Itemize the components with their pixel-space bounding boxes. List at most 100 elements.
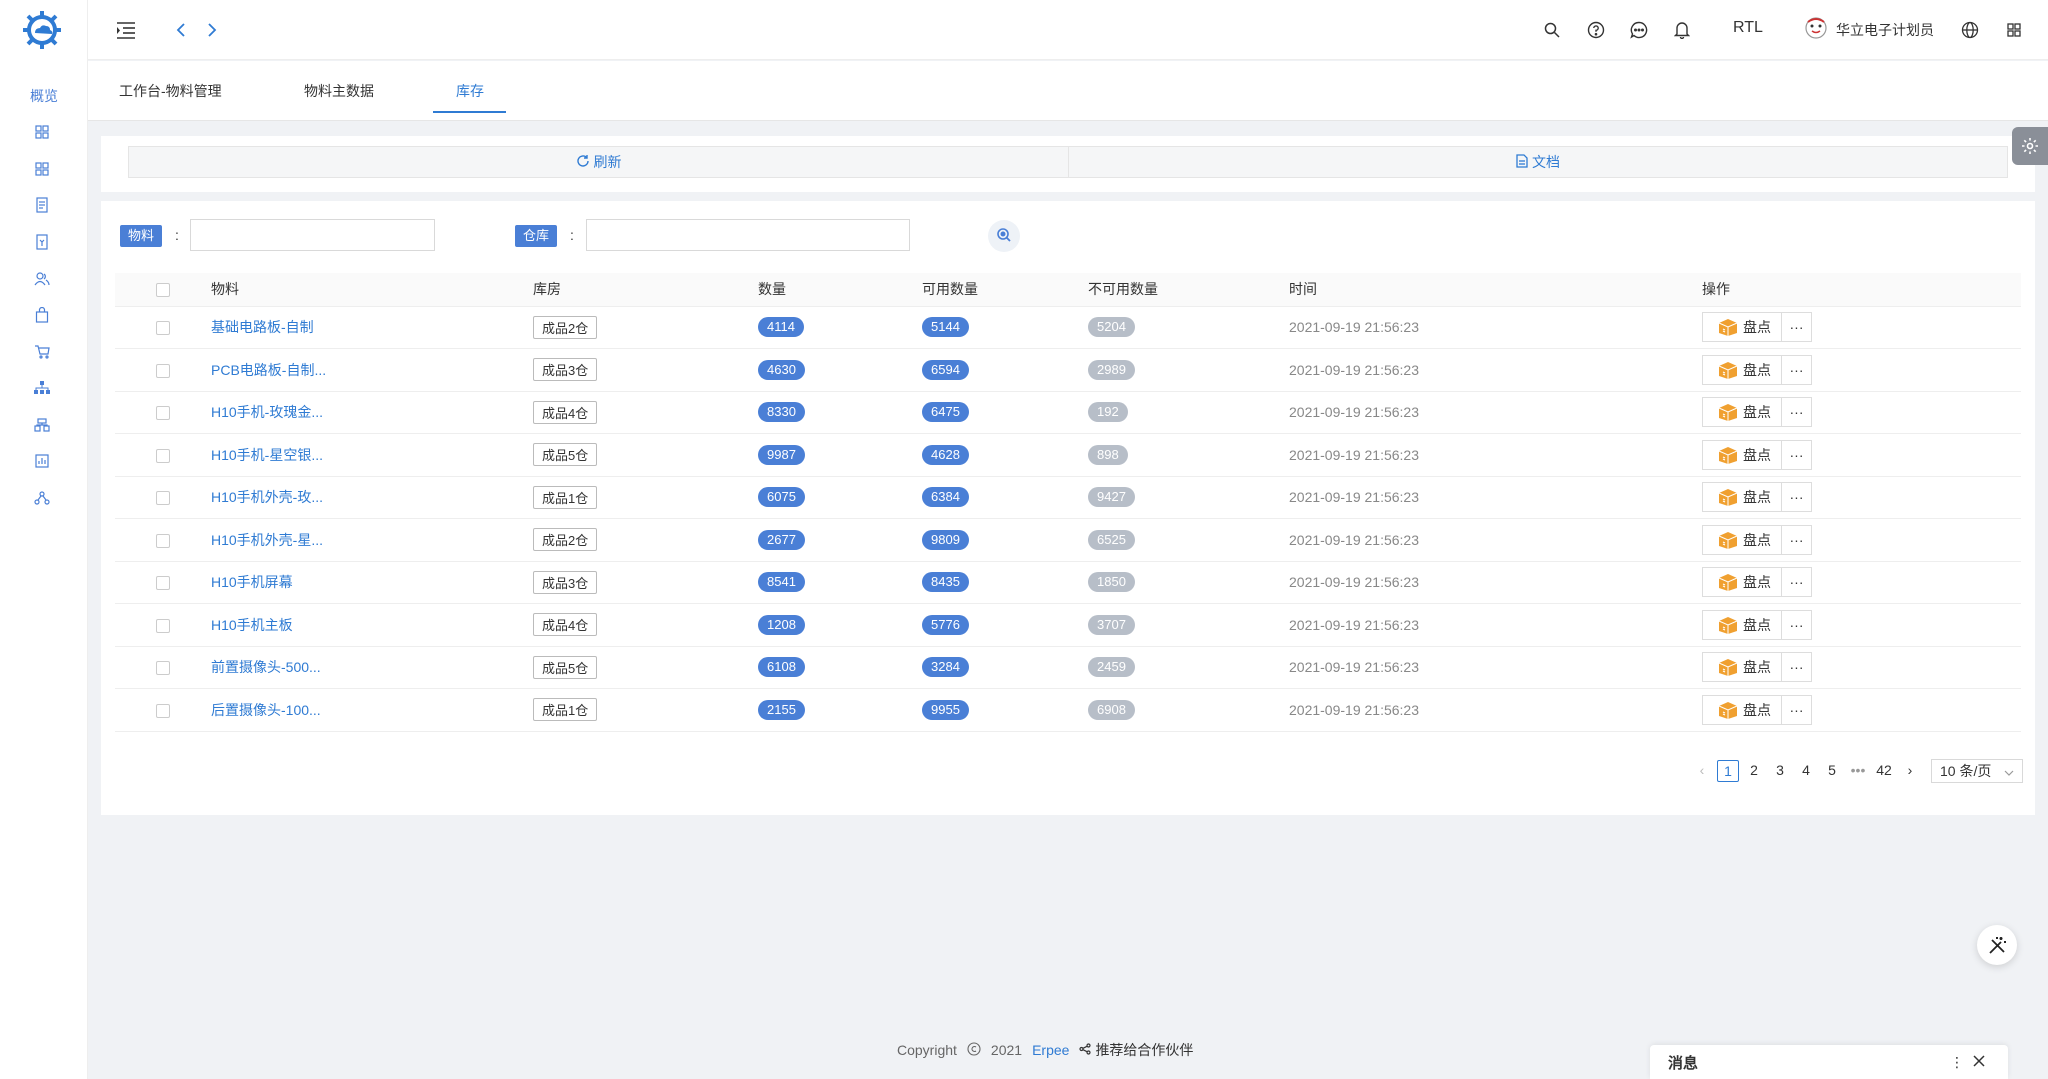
settings-gear-icon[interactable] <box>2012 127 2048 165</box>
stocktake-button[interactable]: 盘点 <box>1702 567 1782 598</box>
tab-inventory[interactable]: 库存 <box>456 81 484 101</box>
column-header-available[interactable]: 可用数量 <box>922 273 1088 307</box>
stocktake-button[interactable]: 盘点 <box>1702 694 1782 725</box>
material-link[interactable]: H10手机外壳-星... <box>211 532 323 548</box>
page-2[interactable]: 2 <box>1743 760 1765 782</box>
row-checkbox[interactable] <box>156 448 170 463</box>
page-size-select[interactable]: 10 条/页 <box>1931 759 2023 783</box>
close-icon[interactable] <box>1968 1054 1990 1070</box>
row-checkbox[interactable] <box>156 661 170 676</box>
message-panel[interactable]: 消息 ⋮ <box>1650 1045 2008 1079</box>
report-icon[interactable] <box>32 451 52 471</box>
stocktake-button[interactable]: 盘点 <box>1702 652 1782 683</box>
stocktake-button[interactable]: 盘点 <box>1702 439 1782 470</box>
more-actions-button[interactable]: ··· <box>1782 482 1812 513</box>
tab-material-master[interactable]: 物料主数据 <box>304 81 374 101</box>
stocktake-button[interactable]: 盘点 <box>1702 397 1782 428</box>
material-link[interactable]: 后置摄像头-100... <box>211 702 321 718</box>
invoice-icon[interactable] <box>32 232 52 252</box>
row-checkbox[interactable] <box>156 491 170 506</box>
network-icon[interactable] <box>32 488 52 508</box>
help-icon[interactable] <box>1582 16 1610 44</box>
table-row[interactable]: H10手机屏幕 成品3仓 8541 8435 1850 2021-09-19 21:56:… <box>115 561 2021 604</box>
stocktake-button[interactable]: 盘点 <box>1702 609 1782 640</box>
brand-link[interactable]: Erpee <box>1032 1042 1069 1058</box>
more-actions-button[interactable]: ··· <box>1782 694 1812 725</box>
more-actions-button[interactable]: ··· <box>1782 609 1812 640</box>
table-row[interactable]: H10手机-星空银... 成品5仓 9987 4628 898 2021-09-19 21… <box>115 433 2021 477</box>
column-header-warehouse[interactable]: 库房 <box>533 273 758 307</box>
row-checkbox[interactable] <box>156 576 170 591</box>
more-actions-button[interactable]: ··· <box>1782 312 1812 343</box>
app-logo-icon[interactable] <box>20 8 64 52</box>
menu-collapse-icon[interactable] <box>112 16 140 44</box>
row-checkbox[interactable] <box>156 533 170 548</box>
search-button[interactable] <box>988 220 1020 252</box>
table-row[interactable]: 后置摄像头-100... 成品1仓 2155 9955 6908 2021-09-19 2… <box>115 688 2021 732</box>
more-vertical-icon[interactable]: ⋮ <box>1946 1054 1968 1071</box>
table-row[interactable]: H10手机-玫瑰金... 成品4仓 8330 6475 192 2021-09-19 21… <box>115 391 2021 434</box>
share-link[interactable]: 推荐给合作伙伴 <box>1079 1040 1193 1060</box>
tab-workbench[interactable]: 工作台-物料管理 <box>119 81 222 101</box>
material-filter-input[interactable] <box>190 219 435 251</box>
column-header-material[interactable]: 物料 <box>211 273 533 307</box>
page-last[interactable]: 42 <box>1873 760 1895 782</box>
apps-icon[interactable] <box>2000 16 2028 44</box>
grid-icon[interactable] <box>32 159 52 179</box>
row-checkbox[interactable] <box>156 363 170 378</box>
table-row[interactable]: 前置摄像头-500... 成品5仓 6108 3284 2459 2021-09-19 2… <box>115 646 2021 689</box>
row-checkbox[interactable] <box>156 406 170 421</box>
more-actions-button[interactable]: ··· <box>1782 397 1812 428</box>
select-all-checkbox[interactable] <box>156 283 170 298</box>
material-link[interactable]: 前置摄像头-500... <box>211 659 321 675</box>
bell-icon[interactable] <box>1668 16 1696 44</box>
material-link[interactable]: H10手机屏幕 <box>211 574 293 590</box>
cart-icon[interactable] <box>32 342 52 362</box>
more-actions-button[interactable]: ··· <box>1782 354 1812 385</box>
row-checkbox[interactable] <box>156 618 170 633</box>
user-menu[interactable]: 华立电子计划员 <box>1804 16 1934 43</box>
table-row[interactable]: PCB电路板-自制... 成品3仓 4630 6594 2989 2021-09-19 2… <box>115 348 2021 392</box>
material-link[interactable]: 基础电路板-自制 <box>211 319 314 335</box>
forward-arrow-icon[interactable] <box>198 16 226 44</box>
search-icon[interactable] <box>1538 16 1566 44</box>
stocktake-button[interactable]: 盘点 <box>1702 312 1782 343</box>
column-header-unavailable[interactable]: 不可用数量 <box>1088 273 1289 307</box>
back-arrow-icon[interactable] <box>167 16 195 44</box>
stocktake-button[interactable]: 盘点 <box>1702 482 1782 513</box>
warehouse-filter-input[interactable] <box>586 219 910 251</box>
table-row[interactable]: H10手机主板 成品4仓 1208 5776 3707 2021-09-19 21:56:… <box>115 603 2021 647</box>
more-actions-button[interactable]: ··· <box>1782 652 1812 683</box>
rtl-toggle[interactable]: RTL <box>1733 19 1763 37</box>
column-header-quantity[interactable]: 数量 <box>758 273 922 307</box>
grid-icon[interactable] <box>32 122 52 142</box>
page-5[interactable]: 5 <box>1821 760 1843 782</box>
table-row[interactable]: H10手机外壳-玫... 成品1仓 6075 6384 9427 2021-09-19 2… <box>115 476 2021 519</box>
material-link[interactable]: PCB电路板-自制... <box>211 362 326 378</box>
page-4[interactable]: 4 <box>1795 760 1817 782</box>
more-actions-button[interactable]: ··· <box>1782 524 1812 555</box>
more-actions-button[interactable]: ··· <box>1782 439 1812 470</box>
warehouse-icon[interactable] <box>32 415 52 435</box>
material-link[interactable]: H10手机-玫瑰金... <box>211 404 323 420</box>
material-link[interactable]: H10手机外壳-玫... <box>211 489 323 505</box>
stocktake-button[interactable]: 盘点 <box>1702 354 1782 385</box>
row-checkbox[interactable] <box>156 321 170 336</box>
prev-page-icon[interactable]: ‹ <box>1691 760 1713 782</box>
table-row[interactable]: 基础电路板-自制 成品2仓 4114 5144 5204 2021-09-19 21:56… <box>115 306 2021 349</box>
page-ellipsis[interactable]: ••• <box>1847 760 1869 782</box>
more-actions-button[interactable]: ··· <box>1782 567 1812 598</box>
magic-wand-icon[interactable] <box>1977 925 2017 965</box>
material-link[interactable]: H10手机-星空银... <box>211 447 323 463</box>
document-icon[interactable] <box>32 195 52 215</box>
page-1[interactable]: 1 <box>1717 760 1739 782</box>
globe-icon[interactable] <box>1956 16 1984 44</box>
refresh-button[interactable]: 刷新 <box>128 146 1069 178</box>
page-3[interactable]: 3 <box>1769 760 1791 782</box>
material-link[interactable]: H10手机主板 <box>211 617 293 633</box>
column-header-time[interactable]: 时间 <box>1289 273 1702 307</box>
chat-icon[interactable] <box>1625 16 1653 44</box>
users-icon[interactable] <box>32 269 52 289</box>
bag-icon[interactable] <box>32 305 52 325</box>
next-page-icon[interactable]: › <box>1899 760 1921 782</box>
